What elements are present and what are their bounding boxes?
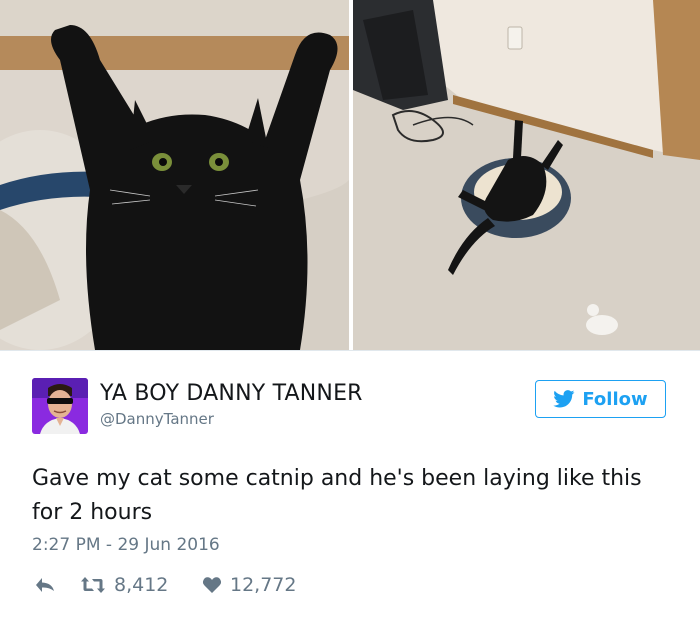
like-button[interactable]: 12,772 <box>202 570 296 600</box>
tweet-card: YA BOY DANNY TANNER @DannyTanner Follow … <box>0 0 700 629</box>
cat-closeup-photo[interactable] <box>0 0 349 350</box>
cat-in-bed-image <box>353 0 700 350</box>
retweet-count: 8,412 <box>114 574 169 596</box>
follow-button-label: Follow <box>582 388 648 410</box>
cat-closeup-image <box>0 0 349 350</box>
follow-button[interactable]: Follow <box>535 380 666 418</box>
like-count: 12,772 <box>230 574 297 596</box>
tweet-text: Gave my cat some catnip and he's been la… <box>32 466 642 525</box>
author-handle[interactable]: @DannyTanner <box>100 410 214 428</box>
heart-icon <box>202 577 222 593</box>
retweet-icon <box>81 577 105 593</box>
reply-arrow-icon <box>36 578 54 592</box>
tweet-actions: 8,412 12,772 <box>32 570 432 600</box>
author-avatar[interactable] <box>32 378 88 434</box>
reply-button[interactable] <box>34 570 56 600</box>
retweet-button[interactable]: 8,412 <box>80 570 168 600</box>
media-divider <box>0 350 700 351</box>
cat-in-bed-photo[interactable] <box>353 0 700 350</box>
tweet-timestamp[interactable]: 2:27 PM - 29 Jun 2016 <box>32 535 220 555</box>
man-with-sunglasses-avatar <box>32 378 88 434</box>
twitter-bird-icon <box>553 390 575 408</box>
author-display-name[interactable]: YA BOY DANNY TANNER <box>100 381 363 406</box>
